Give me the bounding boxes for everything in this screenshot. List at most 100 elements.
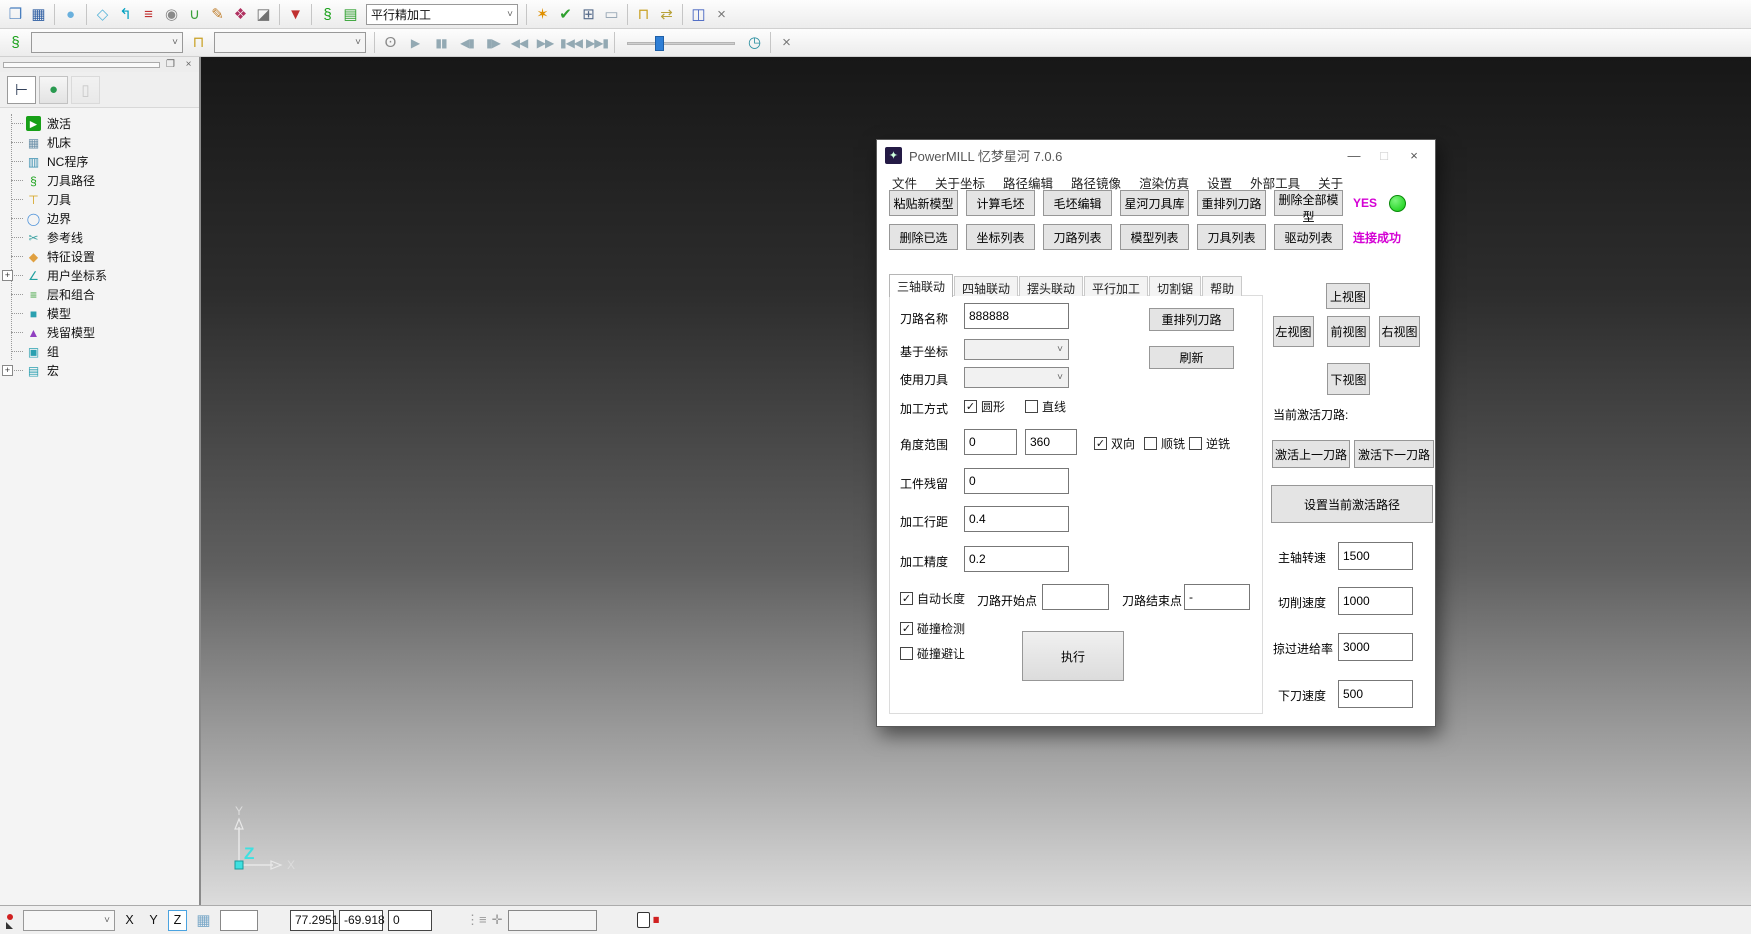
tree-item-nc-programs[interactable]: ▥NC程序 — [0, 152, 199, 171]
tree-item-feature-sets[interactable]: ◆特征设置 — [0, 247, 199, 266]
skip-start-icon[interactable]: ▮◀◀ — [558, 31, 584, 54]
menu-item-2[interactable]: 路径编辑 — [994, 173, 1062, 192]
close-panel-icon[interactable]: × — [181, 58, 196, 71]
view-front-button[interactable]: 前视图 — [1327, 316, 1370, 347]
refresh-button[interactable]: 刷新 — [1149, 346, 1234, 369]
activate-previous-button[interactable]: 激活上一刀路 — [1272, 440, 1350, 468]
fast-forward-icon[interactable]: ▶▶ — [532, 31, 558, 54]
skip-end-icon[interactable]: ▶▶▮ — [584, 31, 610, 54]
leads-icon[interactable]: ∪ — [183, 3, 206, 26]
view-left-button[interactable]: 左视图 — [1273, 316, 1314, 347]
menu-item-1[interactable]: 关于坐标 — [926, 173, 994, 192]
tree-item-macros[interactable]: +▤宏 — [0, 361, 199, 380]
axis-x-button[interactable]: X — [120, 910, 139, 931]
action-button-r2-5[interactable]: 驱动列表 — [1274, 224, 1343, 250]
action-button-r1-5[interactable]: 删除全部模型 — [1274, 190, 1343, 216]
tree-item-activate[interactable]: ►激活 — [0, 114, 199, 133]
tree-item-stock-models[interactable]: ▲残留模型 — [0, 323, 199, 342]
use-tool-select[interactable]: ˅ — [964, 367, 1069, 388]
tab-explorer-trash[interactable]: ▯ — [71, 76, 100, 104]
set-active-path-button[interactable]: 设置当前激活路径 — [1271, 485, 1433, 523]
toolholder-icon[interactable]: ◉ — [160, 3, 183, 26]
grid-size-field[interactable] — [220, 910, 258, 931]
skim-feed-input[interactable] — [1338, 633, 1413, 661]
menu-item-0[interactable]: 文件 — [883, 173, 926, 192]
action-button-r2-2[interactable]: 刀路列表 — [1043, 224, 1112, 250]
clock-icon[interactable]: ◷ — [743, 31, 766, 54]
tree-item-tools[interactable]: ⊤刀具 — [0, 190, 199, 209]
dialog-titlebar[interactable]: ✦ PowerMILL 忆梦星河 7.0.6 — □ × — [877, 140, 1435, 170]
float-panel-icon[interactable]: ❐ — [163, 58, 178, 71]
expand-icon[interactable]: + — [2, 365, 13, 376]
action-button-r2-3[interactable]: 模型列表 — [1120, 224, 1189, 250]
angle-from-input[interactable] — [964, 429, 1017, 455]
toolpath-spring-icon[interactable]: § — [316, 3, 339, 26]
cutting-feed-input[interactable] — [1338, 587, 1413, 615]
calculator-icon[interactable]: ⊞ — [577, 3, 600, 26]
action-button-r2-4[interactable]: 刀具列表 — [1197, 224, 1266, 250]
close-sim-toolbar-icon[interactable]: × — [775, 31, 798, 54]
dialog-tab-3[interactable]: 平行加工 — [1084, 276, 1148, 296]
checkbox-conventional[interactable]: ✓逆铣 — [1189, 435, 1230, 452]
tool-pair-icon[interactable]: ⊓ — [632, 3, 655, 26]
activate-next-button[interactable]: 激活下一刀路 — [1354, 440, 1434, 468]
axis-y-button[interactable]: Y — [144, 910, 163, 931]
dialog-tab-4[interactable]: 切割锯 — [1149, 276, 1201, 296]
tree-item-toolpaths[interactable]: §刀具路径 — [0, 171, 199, 190]
sim-toolpath-select[interactable]: ˅ — [31, 32, 183, 53]
checkbox-auto-length[interactable]: ✓自动长度 — [900, 590, 965, 607]
rewind-icon[interactable]: ◀◀ — [506, 31, 532, 54]
dialog-tab-1[interactable]: 四轴联动 — [954, 276, 1018, 296]
transform-arrows-icon[interactable]: ⇄ — [655, 3, 678, 26]
view-right-button[interactable]: 右视图 — [1379, 316, 1420, 347]
tree-item-patterns[interactable]: ✂参考线 — [0, 228, 199, 247]
grid-snap-icon[interactable]: ▦ — [192, 909, 215, 932]
step-forward-icon[interactable]: ▮▶ — [480, 31, 506, 54]
tree-item-groups[interactable]: ▣组 — [0, 342, 199, 361]
panel-grip[interactable]: ❐ × — [0, 57, 199, 72]
tolerance-input[interactable] — [964, 546, 1069, 572]
view-bottom-button[interactable]: 下视图 — [1327, 363, 1370, 395]
open-file-icon[interactable]: ❒ — [4, 3, 27, 26]
action-button-r1-3[interactable]: 星河刀具库 — [1120, 190, 1189, 216]
coordinate-z-field[interactable]: 0 — [388, 910, 432, 931]
rapid-move-icon[interactable]: ↰ — [114, 3, 137, 26]
workplane-select[interactable]: ˅ — [23, 910, 115, 931]
checkbox-line[interactable]: ✓直线 — [1025, 398, 1066, 415]
strategy-list-icon[interactable]: ▤ — [339, 3, 362, 26]
action-button-r1-4[interactable]: 重排列刀路 — [1197, 190, 1266, 216]
strategy-select[interactable]: 平行精加工˅ — [366, 4, 518, 25]
dialog-tab-5[interactable]: 帮助 — [1202, 276, 1242, 296]
view-top-button[interactable]: 上视图 — [1326, 283, 1370, 309]
menu-item-5[interactable]: 设置 — [1198, 173, 1241, 192]
play-icon[interactable]: ▶ — [402, 31, 428, 54]
action-button-r1-1[interactable]: 计算毛坯 — [966, 190, 1035, 216]
coord-base-select[interactable]: ˅ — [964, 339, 1069, 360]
bulb-icon[interactable]: ʘ — [379, 31, 402, 54]
simulate-star-icon[interactable]: ✶ — [531, 3, 554, 26]
clipboard-pause-icon[interactable] — [637, 912, 650, 928]
drill-icon[interactable]: ▼ — [284, 3, 307, 26]
expand-icon[interactable]: + — [2, 270, 13, 281]
stock-allowance-input[interactable] — [964, 468, 1069, 494]
feedrate-icon[interactable]: ≡ — [137, 3, 160, 26]
axis-z-button[interactable]: Z — [168, 910, 187, 931]
coordinate-y-field[interactable]: -69.918 — [339, 910, 383, 931]
action-button-r2-0[interactable]: 删除已选 — [889, 224, 958, 250]
menu-item-3[interactable]: 路径镜像 — [1062, 173, 1130, 192]
panel-scrollbar[interactable] — [3, 62, 160, 68]
close-button[interactable]: × — [1399, 144, 1429, 166]
speed-slider[interactable] — [627, 34, 735, 52]
action-button-r1-2[interactable]: 毛坯编辑 — [1043, 190, 1112, 216]
close-toolbar-icon[interactable]: × — [710, 3, 733, 26]
menu-item-7[interactable]: 关于 — [1309, 173, 1352, 192]
menu-item-6[interactable]: 外部工具 — [1241, 173, 1309, 192]
action-button-r2-1[interactable]: 坐标列表 — [966, 224, 1035, 250]
plunge-feed-input[interactable] — [1338, 680, 1413, 708]
checkbox-bidirectional[interactable]: ✓双向 — [1094, 435, 1135, 452]
tree-item-levels-sets[interactable]: ≡层和组合 — [0, 285, 199, 304]
toolpath-name-input[interactable] — [964, 303, 1069, 329]
spindle-speed-input[interactable] — [1338, 542, 1413, 570]
dialog-tab-2[interactable]: 摆头联动 — [1019, 276, 1083, 296]
save-icon[interactable]: ▦ — [27, 3, 50, 26]
